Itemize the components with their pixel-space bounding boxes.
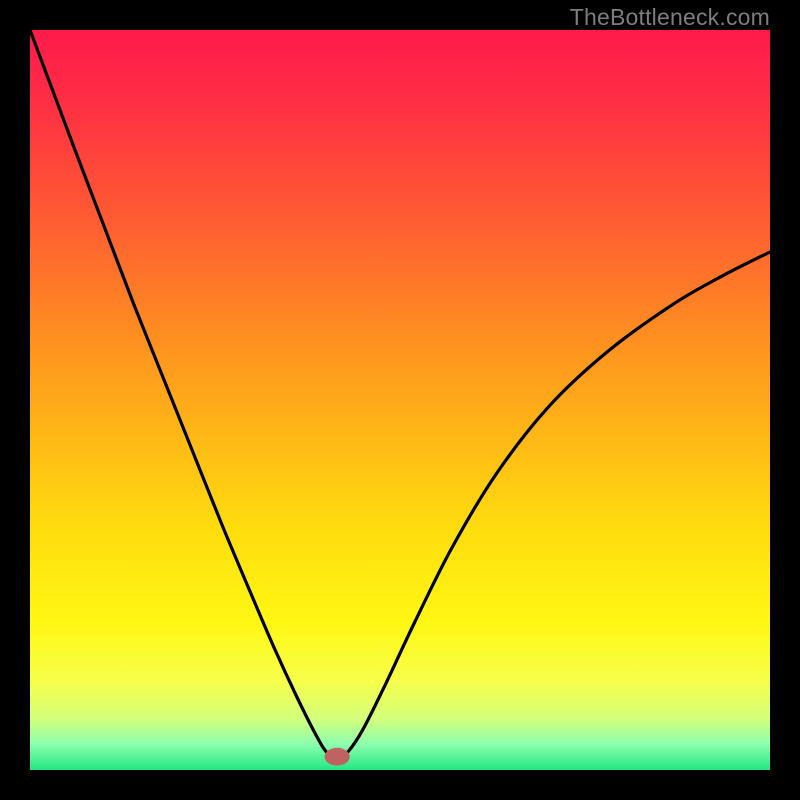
watermark-text: TheBottleneck.com xyxy=(570,4,770,31)
gradient-background xyxy=(30,30,770,770)
plot-area xyxy=(30,30,770,770)
optimum-marker xyxy=(325,748,350,766)
chart-frame: TheBottleneck.com xyxy=(0,0,800,800)
plot-svg xyxy=(30,30,770,770)
